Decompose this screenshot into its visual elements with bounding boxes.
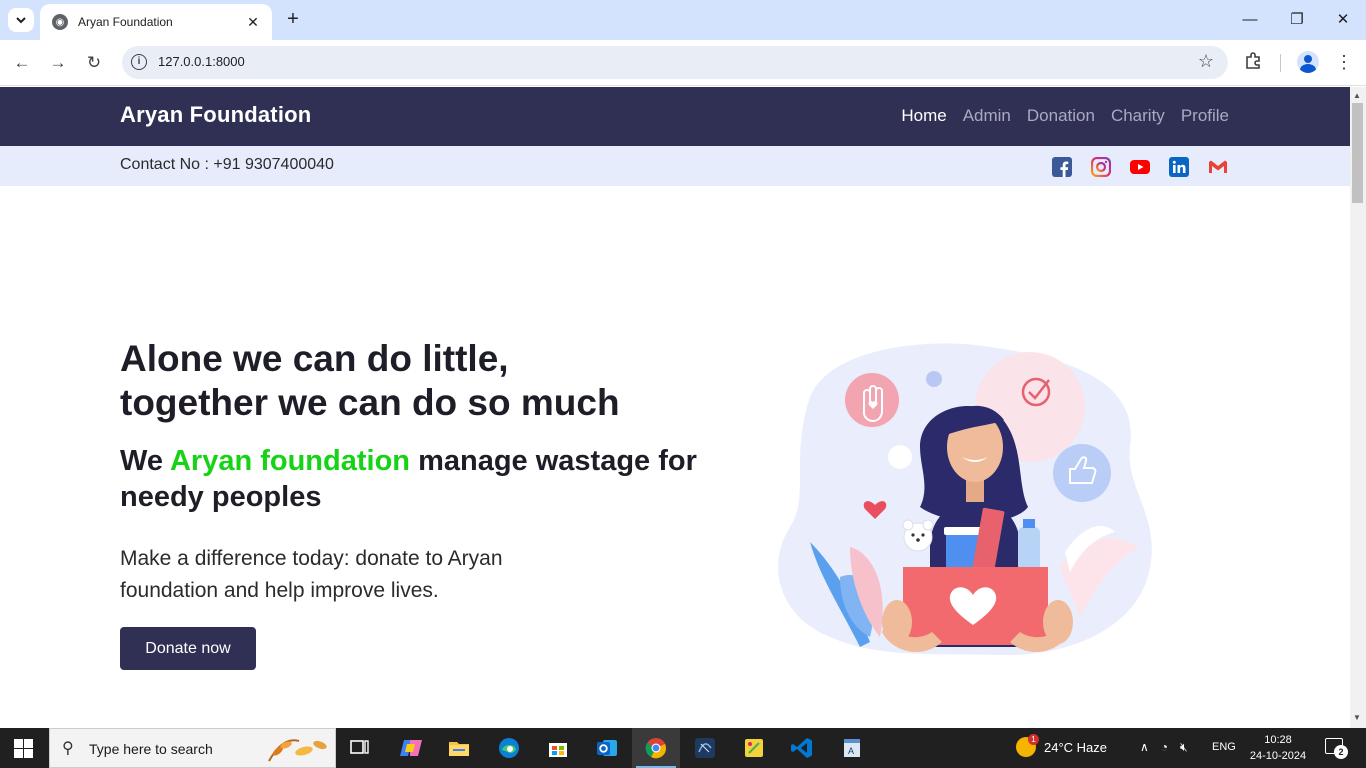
show-hidden-icons-icon[interactable]: ∧	[1140, 740, 1149, 755]
bookmark-star-icon[interactable]: ☆	[1198, 51, 1214, 72]
svg-text:A: A	[848, 746, 854, 756]
donation-illustration	[770, 337, 1160, 662]
scrollbar-thumb[interactable]	[1352, 103, 1363, 203]
browser-toolbar: ← → ↻ i 127.0.0.1:8000 ☆ ⋮	[0, 40, 1366, 86]
profile-avatar-icon[interactable]	[1297, 51, 1319, 73]
input-language[interactable]: ENG	[1212, 741, 1236, 753]
notification-count: 2	[1334, 745, 1348, 759]
gmail-icon[interactable]	[1208, 157, 1228, 177]
site-brand[interactable]: Aryan Foundation	[120, 102, 311, 128]
hero-title-line1: Alone we can do little,	[120, 338, 509, 379]
task-view-icon[interactable]	[348, 736, 372, 760]
search-icon: ⚲	[62, 740, 74, 757]
donate-now-button[interactable]: Donate now	[120, 627, 256, 670]
instagram-icon[interactable]	[1090, 156, 1112, 178]
microsoft-store-icon[interactable]	[546, 736, 570, 760]
url-text[interactable]: 127.0.0.1:8000	[158, 54, 245, 69]
nav-profile[interactable]: Profile	[1181, 106, 1229, 126]
minimize-icon[interactable]: —	[1238, 8, 1262, 32]
edge-browser-icon[interactable]	[497, 736, 521, 760]
forward-icon[interactable]: →	[46, 51, 70, 75]
sql-tool-icon[interactable]	[693, 736, 717, 760]
scroll-up-icon[interactable]: ▲	[1353, 91, 1361, 100]
site-info-icon[interactable]: i	[131, 54, 147, 70]
speaker-muted-icon[interactable]: 🔇︎	[1180, 740, 1188, 755]
nav-home[interactable]: Home	[901, 106, 946, 126]
nav-donation[interactable]: Donation	[1027, 106, 1095, 126]
subtitle-highlight: Aryan foundation	[169, 445, 411, 477]
browser-tab[interactable]: ◉ Aryan Foundation ✕	[40, 4, 272, 40]
hero-lead-text: Make a difference today: donate to Aryan…	[120, 547, 503, 602]
chevron-down-icon	[16, 17, 26, 24]
weather-text: 24°C Haze	[1044, 739, 1108, 755]
nav-charity[interactable]: Charity	[1111, 106, 1165, 126]
linkedin-icon[interactable]	[1169, 157, 1189, 177]
tab-strip: ◉ Aryan Foundation ✕ + — ❐ ✕	[0, 0, 1366, 40]
subtitle-prefix: We	[120, 445, 170, 477]
youtube-icon[interactable]	[1130, 157, 1150, 177]
chrome-taskbar-slot[interactable]	[632, 728, 680, 768]
tab-search-button[interactable]	[8, 8, 34, 32]
hero-title-line2: together we can do so much	[120, 382, 620, 423]
taskbar-clock[interactable]: 10:28 24-10-2024	[1246, 732, 1310, 764]
nav-admin[interactable]: Admin	[963, 106, 1011, 126]
contact-bar: Contact No : +91 9307400040	[0, 146, 1350, 186]
clock-date: 24-10-2024	[1249, 750, 1307, 762]
facebook-icon[interactable]	[1052, 157, 1072, 177]
copilot-icon[interactable]	[398, 736, 422, 760]
scroll-down-icon[interactable]: ▼	[1353, 713, 1361, 722]
chrome-icon	[645, 738, 666, 759]
weather-haze-icon: 1	[1016, 734, 1039, 757]
contact-number: Contact No : +91 9307400040	[120, 156, 334, 173]
weather-widget[interactable]: 1 24°C Haze	[1016, 734, 1108, 757]
text-editor-icon[interactable]: A	[840, 736, 864, 760]
clock-time: 10:28	[1264, 734, 1292, 746]
site-nav-links: Home Admin Donation Charity Profile	[901, 106, 1229, 126]
close-window-icon[interactable]: ✕	[1331, 8, 1355, 32]
address-bar[interactable]: i 127.0.0.1:8000 ☆	[122, 46, 1228, 79]
page-viewport: Aryan Foundation Home Admin Donation Cha…	[0, 87, 1350, 728]
network-icon[interactable]: ◔	[1161, 740, 1168, 755]
new-tab-button[interactable]: +	[282, 8, 304, 32]
windows-start-icon[interactable]	[14, 739, 33, 758]
globe-icon: ◉	[52, 14, 68, 30]
back-icon[interactable]: ←	[10, 51, 34, 75]
taskbar-search-box[interactable]: ⚲ Type here to search	[49, 728, 336, 768]
autumn-leaves-icon	[268, 739, 327, 762]
file-explorer-icon[interactable]	[447, 736, 471, 760]
toolbar-divider	[1280, 54, 1281, 72]
extensions-icon[interactable]	[1244, 52, 1262, 75]
hero-section: Alone we can do little, together we can …	[120, 337, 720, 607]
restore-icon[interactable]: ❐	[1285, 8, 1309, 32]
system-tray: ∧ ◔ 🔇︎	[1140, 740, 1188, 755]
hero-subtitle: We Aryan foundation manage wastage for n…	[120, 443, 720, 515]
weather-badge: 1	[1028, 734, 1039, 745]
social-links	[1052, 156, 1228, 178]
page-scrollbar[interactable]: ▲ ▼	[1350, 87, 1366, 728]
tab-title: Aryan Foundation	[78, 15, 173, 29]
image-editor-icon[interactable]	[742, 736, 766, 760]
taskbar-search-placeholder: Type here to search	[89, 741, 213, 757]
outlook-icon[interactable]	[595, 736, 619, 760]
close-tab-icon[interactable]: ✕	[244, 14, 262, 31]
notification-center-icon[interactable]: 2	[1325, 738, 1348, 759]
reload-icon[interactable]: ↻	[82, 51, 106, 75]
site-navbar: Aryan Foundation Home Admin Donation Cha…	[0, 87, 1350, 146]
browser-menu-icon[interactable]: ⋮	[1334, 50, 1354, 74]
vscode-icon[interactable]	[790, 736, 814, 760]
windows-taskbar: ⚲ Type here to search A 1 24°C Haze ∧ ◔ …	[0, 728, 1366, 768]
